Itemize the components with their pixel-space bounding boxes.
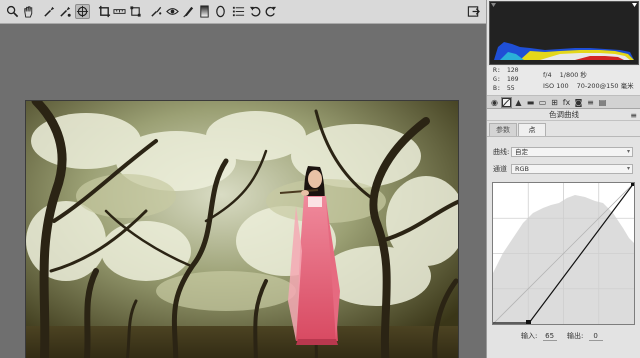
- chevron-down-icon: ▾: [626, 165, 630, 172]
- lens-corrections-tab-icon[interactable]: ⊞: [549, 97, 560, 108]
- tone-curve-tab-icon[interactable]: [501, 97, 512, 108]
- color-sampler-icon[interactable]: [58, 4, 73, 19]
- camera-calibration-tab-icon[interactable]: ◙: [573, 97, 584, 108]
- rotate-right-icon[interactable]: [263, 4, 278, 19]
- tab-parametric[interactable]: 参数: [489, 123, 517, 136]
- output-label: 输出:: [567, 332, 584, 340]
- chevron-down-icon: ▾: [626, 148, 630, 155]
- info-readout: R: 120 G: 109 B: 55 f/4 1/800 秒 ISO 100 70-20…: [487, 66, 640, 96]
- curve-preset-select[interactable]: 自定 ▾: [511, 147, 633, 157]
- targeted-adjustment-icon[interactable]: [75, 4, 90, 19]
- presets-tab-icon[interactable]: ≡: [585, 97, 596, 108]
- curve-endpoint-handle: [631, 183, 634, 186]
- r-value: 120: [506, 66, 519, 74]
- photo-preview[interactable]: [25, 100, 459, 358]
- effects-tab-icon[interactable]: fx: [561, 97, 572, 108]
- preferences-list-icon[interactable]: [231, 4, 246, 19]
- adjustment-brush-icon[interactable]: [181, 4, 196, 19]
- basic-tab-icon[interactable]: ◉: [489, 97, 500, 108]
- panel-tabs: ◉ ▲ ▬ ▭ ⊞ fx ◙ ≡ ▤: [487, 96, 640, 109]
- curve-label: 曲线:: [493, 148, 510, 156]
- channel-label: 通道: [493, 165, 507, 173]
- photo-scene: [26, 101, 458, 358]
- red-eye-icon[interactable]: [165, 4, 180, 19]
- curve-preset-value: 自定: [515, 148, 528, 156]
- hand-icon[interactable]: [21, 4, 36, 19]
- crop-icon[interactable]: [97, 4, 112, 19]
- top-toolbar: [0, 0, 486, 24]
- iso-value: ISO 100: [543, 82, 569, 90]
- channel-select[interactable]: RGB ▾: [511, 164, 633, 174]
- white-balance-icon[interactable]: [42, 4, 57, 19]
- radial-filter-icon[interactable]: [213, 4, 228, 19]
- tab-point[interactable]: 点: [518, 123, 546, 136]
- zoom-icon[interactable]: [5, 4, 20, 19]
- input-value[interactable]: 65: [542, 332, 557, 341]
- detail-tab-icon[interactable]: ▲: [513, 97, 524, 108]
- output-field[interactable]: 输出: 0: [567, 331, 603, 341]
- right-panel: R: 120 G: 109 B: 55 f/4 1/800 秒 ISO 100 70-20…: [486, 0, 640, 358]
- b-value: 55: [506, 84, 515, 92]
- aperture-value: f/4: [543, 71, 552, 79]
- spot-removal-icon[interactable]: [149, 4, 164, 19]
- b-label: B:: [493, 84, 501, 92]
- snapshots-tab-icon[interactable]: ▤: [597, 97, 608, 108]
- tone-curve-graph[interactable]: [492, 182, 635, 325]
- r-label: R:: [493, 66, 501, 74]
- input-field[interactable]: 输入: 65: [521, 331, 557, 341]
- lens-value: 70-200@150 毫米: [576, 82, 634, 90]
- open-preferences-icon[interactable]: [466, 4, 481, 19]
- curve-subtabs: 参数 点: [487, 121, 640, 137]
- histogram: [489, 1, 639, 65]
- straighten-icon[interactable]: [112, 4, 127, 19]
- curve-point-handle: [526, 320, 531, 325]
- g-value: 109: [506, 75, 519, 83]
- g-label: G:: [493, 75, 501, 83]
- channel-value: RGB: [515, 165, 530, 173]
- graduated-filter-icon[interactable]: [197, 4, 212, 19]
- transform-icon[interactable]: [128, 4, 143, 19]
- image-canvas[interactable]: [0, 24, 486, 358]
- section-title: 色调曲线 ≡: [487, 109, 640, 121]
- section-title-text: 色调曲线: [549, 110, 579, 119]
- input-label: 输入:: [521, 332, 538, 340]
- shutter-value: 1/800 秒: [559, 71, 587, 79]
- rotate-left-icon[interactable]: [248, 4, 263, 19]
- output-value[interactable]: 0: [588, 332, 603, 341]
- hsl-tab-icon[interactable]: ▬: [525, 97, 536, 108]
- split-toning-tab-icon[interactable]: ▭: [537, 97, 548, 108]
